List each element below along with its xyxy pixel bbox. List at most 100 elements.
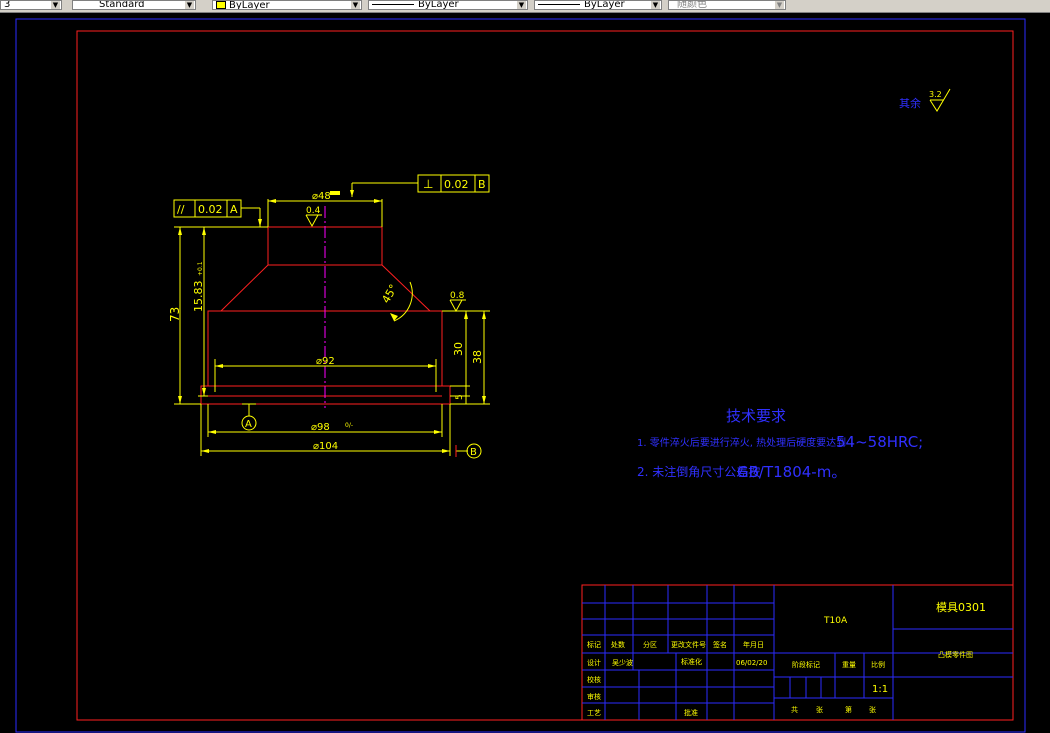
arrow-30-top (464, 311, 468, 319)
surface-top-value: 0.4 (306, 206, 321, 216)
arrow-98-right (434, 430, 442, 434)
gtol-b-datum: B (478, 178, 486, 191)
chamfer-left (220, 264, 269, 312)
cad-drawing-canvas[interactable]: 其余 3.2 ⌀48 0.4 73 15.83 +0.1 45° 0.8 30 … (0, 13, 1050, 733)
tb-standardization: 标准化 (681, 657, 702, 666)
dim15-text: 15.83 (192, 281, 205, 313)
dim38-text: 38 (471, 350, 484, 364)
tb-stage-label: 阶段标记 (792, 660, 820, 669)
dim15-tol-text: +0.1 (197, 261, 204, 276)
tb-sheet-no-label: 第 (845, 705, 852, 714)
chevron-down-icon: ▼ (517, 1, 526, 9)
gtol-parallel-frame: // 0.02 A (173, 199, 242, 218)
surface-side-icon (449, 299, 463, 313)
lineweight-value: ByLayer (584, 0, 625, 10)
datum-b-marker: B (466, 443, 482, 459)
textstyle-value: Standard (99, 0, 145, 10)
arrow-73-top (178, 227, 182, 235)
plotstyle-dropdown[interactable]: 随颜色 ▼ (668, 0, 786, 10)
tb-check-label: 校核 (587, 675, 601, 684)
tb-sheets-total-label: 共 (791, 705, 798, 714)
arrow-gtol-a (258, 219, 262, 227)
requirements-title: 技术要求 (726, 407, 786, 425)
datum-a-text: A (245, 419, 252, 430)
arrow-48-right (374, 199, 382, 203)
tb-process-label: 工艺 (587, 709, 601, 717)
dim104-text: ⌀104 (313, 441, 338, 452)
arrow-15-top (202, 227, 206, 235)
chevron-down-icon: ▼ (775, 1, 784, 9)
drawing-border (76, 30, 1014, 721)
tb-header-sign: 签名 (713, 640, 727, 649)
chevron-down-icon: ▼ (351, 1, 360, 9)
perpendicular-icon: ⊥ (423, 177, 433, 191)
arrow-104-left (201, 449, 209, 453)
tb-header-zone: 分区 (643, 640, 657, 649)
roughness-value: 3.2 (929, 90, 942, 99)
tb-design-date: 06/02/20 (736, 659, 767, 667)
tb-sheet-unit: 张 (869, 705, 876, 714)
tb-approve-label: 批准 (684, 708, 698, 717)
dim48-tol-marker (330, 191, 340, 195)
datum-a-marker: A (241, 415, 257, 431)
roughness-label: 其余 (899, 96, 921, 110)
tb-material: T10A (823, 616, 848, 626)
gtol-a-datum: A (230, 203, 238, 216)
datum-b-text: B (470, 447, 477, 458)
left-fragment-dropdown[interactable]: 3 ▼ (0, 0, 62, 10)
lineweight-sample-icon (538, 3, 580, 5)
requirement-2-value: GB/T1804-m。 (737, 463, 846, 481)
dim98-tol-text: 0/- (345, 422, 353, 429)
arrow-98-left (208, 430, 216, 434)
arrow-73-bottom (178, 396, 182, 404)
surface-top-icon (305, 214, 319, 228)
requirement-1-text: 1. 零件淬火后要进行淬火, 热处理后硬度要达到 (637, 436, 846, 449)
arrow-92-left (215, 364, 223, 368)
layer-color-icon (216, 1, 226, 9)
dimension-texts: ⌀48 0.4 73 15.83 +0.1 45° 0.8 30 38 5 ⌀9… (168, 191, 484, 452)
plotstyle-value: 随颜色 (677, 0, 707, 10)
tb-part-name: 凸模零件图 (938, 650, 973, 659)
linetype-sample-icon (372, 3, 414, 5)
roughness-note: 其余 3.2 (899, 88, 951, 112)
title-block-texts: 标记 处数 分区 更改文件号 签名 年月日 设计 吴少波 标准化 06/02/2… (587, 601, 986, 717)
layer-dropdown[interactable]: ByLayer ▼ (212, 0, 362, 10)
chevron-down-icon: ▼ (185, 1, 194, 9)
arrow-92-right (428, 364, 436, 368)
tb-scale-label: 比例 (871, 660, 885, 669)
gtol-perp-frame: ⊥ 0.02 B (417, 174, 490, 193)
arrow-38-top (482, 311, 486, 319)
dim73-text: 73 (168, 307, 182, 322)
parallel-icon: // (177, 203, 185, 216)
outer-frame (15, 18, 1026, 733)
lineweight-dropdown[interactable]: ByLayer ▼ (534, 0, 662, 10)
tb-scale-value: 1:1 (872, 684, 888, 695)
linetype-value: ByLayer (418, 0, 459, 10)
textstyle-dropdown[interactable]: Standard ▼ (72, 0, 196, 10)
linetype-dropdown[interactable]: ByLayer ▼ (368, 0, 528, 10)
arrowheads (178, 190, 486, 453)
arrow-gtol-b (350, 190, 354, 197)
tb-review-label: 审核 (587, 692, 601, 701)
dim30-text: 30 (452, 342, 465, 356)
tb-sheets-unit: 张 (816, 705, 823, 714)
angle-text: 45° (379, 282, 400, 305)
chevron-down-icon: ▼ (651, 1, 660, 9)
dimensions (174, 182, 490, 457)
tb-designer: 吴少波 (612, 658, 633, 667)
arrow-48-left (268, 199, 276, 203)
dim92-text: ⌀92 (316, 356, 335, 367)
tb-weight-label: 重量 (842, 661, 856, 669)
chevron-down-icon: ▼ (51, 1, 60, 9)
layer-value: ByLayer (229, 0, 270, 10)
surface-side-value: 0.8 (450, 291, 465, 301)
tb-header-date: 年月日 (743, 640, 764, 649)
properties-toolbar: 3 ▼ Standard ▼ ByLayer ▼ ByLayer ▼ ByLay… (0, 0, 1050, 13)
tb-design-label: 设计 (587, 658, 601, 667)
arrow-38-bottom (482, 396, 486, 404)
arrow-15-bottom (202, 388, 206, 396)
tb-header-docno: 更改文件号 (671, 640, 706, 649)
dim98-text: ⌀98 (311, 422, 330, 433)
arrow-104-right (442, 449, 450, 453)
requirement-1-value: 54~58HRC; (836, 433, 923, 451)
